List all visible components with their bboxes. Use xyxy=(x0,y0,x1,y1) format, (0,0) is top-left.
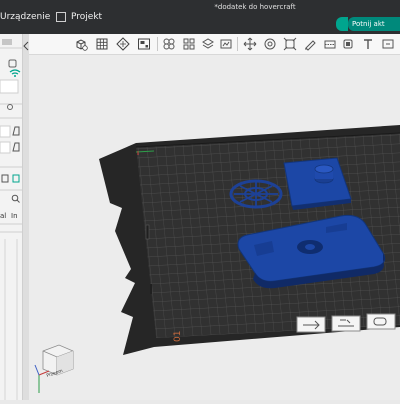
add-object-icon[interactable] xyxy=(74,37,88,51)
move-icon[interactable] xyxy=(243,37,257,51)
document-title: *dodatek do hovercraft xyxy=(214,3,296,11)
support-paint-icon[interactable] xyxy=(303,37,317,51)
plate-tool-move[interactable] xyxy=(296,316,326,333)
arrange-icon[interactable] xyxy=(137,37,151,51)
left-sidebar: al In xyxy=(0,34,23,400)
plate-number: 01 xyxy=(173,331,183,342)
orient-icon[interactable] xyxy=(116,37,130,51)
grid-icon[interactable] xyxy=(95,37,109,51)
view-icon[interactable] xyxy=(381,37,395,51)
search-icon[interactable] xyxy=(11,194,20,203)
layers-icon[interactable] xyxy=(201,37,215,51)
text-icon[interactable] xyxy=(361,37,375,51)
slice-button-label: Potnij akt xyxy=(352,20,385,28)
title-bar: Urządzenie Projekt *dodatek do hovercraf… xyxy=(0,0,400,34)
build-plate-scene[interactable]: 01 Przeom xyxy=(29,55,400,400)
toolbar-separator xyxy=(157,37,158,51)
top-toolbar xyxy=(29,34,400,55)
variable-height-icon[interactable] xyxy=(219,37,233,51)
tab-device[interactable]: Urządzenie xyxy=(0,0,51,34)
sidebar-label-1: al xyxy=(0,212,7,220)
tab-device-label: Urządzenie xyxy=(0,12,51,22)
tab-project[interactable]: Projekt xyxy=(54,0,114,34)
scale-icon[interactable] xyxy=(283,37,297,51)
wifi-icon[interactable] xyxy=(9,69,21,77)
rotate-icon[interactable] xyxy=(263,37,277,51)
3d-viewport[interactable]: 01 Przeom xyxy=(29,55,400,400)
project-icon xyxy=(56,12,66,22)
fan-grille-part[interactable] xyxy=(229,179,283,209)
cut-icon[interactable] xyxy=(323,37,337,51)
tab-project-label: Projekt xyxy=(71,12,103,22)
view-cube[interactable] xyxy=(34,344,74,393)
sidebar-label-2: In xyxy=(11,212,18,220)
plate-tool-arrange[interactable] xyxy=(331,315,361,332)
plate-tool-lock[interactable] xyxy=(366,313,396,330)
slice-button[interactable]: Potnij akt xyxy=(336,17,400,31)
settings-icon[interactable] xyxy=(8,59,17,68)
split-icon[interactable] xyxy=(162,37,176,51)
slice-button-dropdown[interactable] xyxy=(336,17,348,31)
toolbar-separator xyxy=(237,37,238,51)
split-parts-icon[interactable] xyxy=(182,37,196,51)
seam-icon[interactable] xyxy=(341,37,355,51)
